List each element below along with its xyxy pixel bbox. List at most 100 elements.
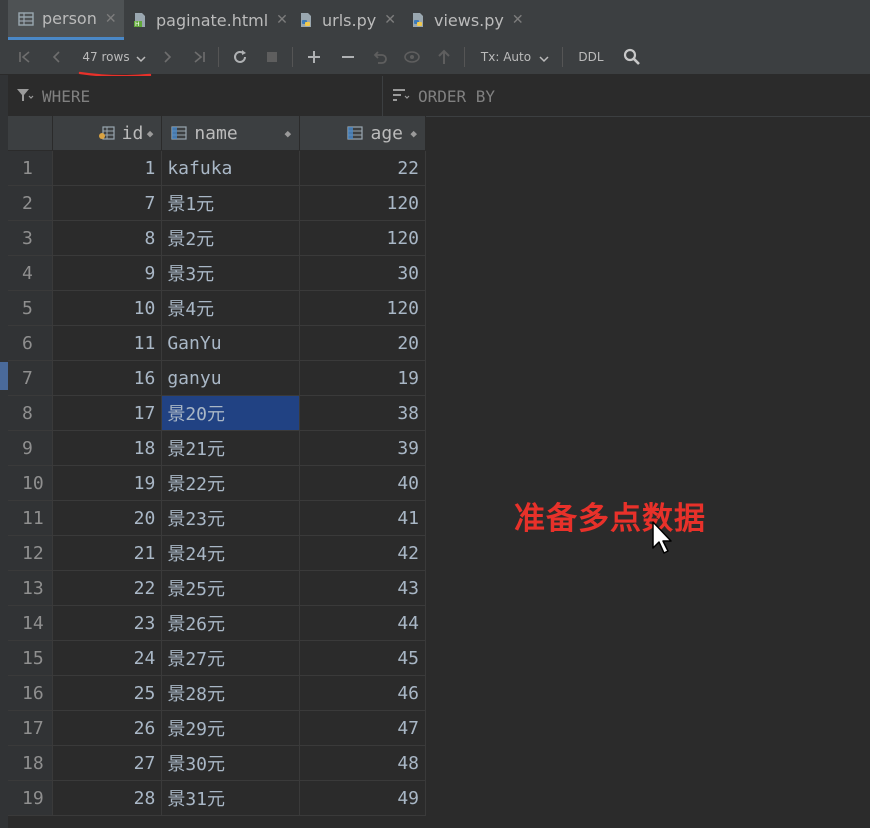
- tab-paginate-html[interactable]: H paginate.html ✕: [132, 0, 288, 40]
- table-row[interactable]: 6 11 GanYu 20: [8, 325, 426, 361]
- cell-id[interactable]: 22: [52, 570, 163, 606]
- cell-age[interactable]: 19: [299, 360, 426, 396]
- row-number[interactable]: 7: [8, 360, 54, 396]
- table-row[interactable]: 15 24 景27元 45: [8, 640, 426, 676]
- last-page-icon[interactable]: [188, 40, 210, 74]
- table-row[interactable]: 18 27 景30元 48: [8, 745, 426, 781]
- row-number[interactable]: 5: [8, 290, 54, 326]
- cell-name[interactable]: kafuka: [161, 150, 301, 186]
- cell-id[interactable]: 10: [52, 290, 163, 326]
- cell-name[interactable]: 景2元: [161, 220, 301, 256]
- cell-age[interactable]: 20: [299, 325, 426, 361]
- cell-name[interactable]: 景26元: [161, 605, 301, 641]
- cell-age[interactable]: 30: [299, 255, 426, 291]
- cell-age[interactable]: 39: [299, 430, 426, 466]
- cell-name[interactable]: 景23元: [161, 500, 301, 536]
- search-icon[interactable]: [620, 40, 644, 74]
- cell-age[interactable]: 43: [299, 570, 426, 606]
- sort-toggle-icon[interactable]: ◆: [147, 116, 154, 150]
- cell-age[interactable]: 22: [299, 150, 426, 186]
- table-row[interactable]: 3 8 景2元 120: [8, 220, 426, 256]
- table-row[interactable]: 12 21 景24元 42: [8, 535, 426, 571]
- submit-arrow-up-icon[interactable]: [432, 40, 456, 74]
- row-number[interactable]: 15: [8, 640, 54, 676]
- cell-id[interactable]: 7: [52, 185, 163, 221]
- cell-id[interactable]: 17: [52, 395, 163, 431]
- cell-age[interactable]: 42: [299, 535, 426, 571]
- cell-name[interactable]: 景25元: [161, 570, 301, 606]
- cell-name[interactable]: 景24元: [161, 535, 301, 571]
- tab-urls-py[interactable]: urls.py ✕: [298, 0, 396, 40]
- ddl-button[interactable]: DDL: [574, 40, 608, 74]
- sort-toggle-icon[interactable]: ◆: [410, 116, 417, 150]
- row-number[interactable]: 8: [8, 395, 54, 431]
- row-number[interactable]: 17: [8, 710, 54, 746]
- cell-name[interactable]: 景31元: [161, 780, 301, 816]
- column-header-id[interactable]: id ◆: [52, 116, 163, 151]
- cell-age[interactable]: 45: [299, 640, 426, 676]
- row-number[interactable]: 3: [8, 220, 54, 256]
- row-number[interactable]: 13: [8, 570, 54, 606]
- cell-age[interactable]: 48: [299, 745, 426, 781]
- cell-name[interactable]: 景22元: [161, 465, 301, 501]
- close-icon[interactable]: ✕: [512, 12, 524, 28]
- stop-icon[interactable]: [262, 40, 282, 74]
- close-icon[interactable]: ✕: [384, 12, 396, 28]
- cell-name[interactable]: 景1元: [161, 185, 301, 221]
- first-page-icon[interactable]: [14, 40, 36, 74]
- cell-age[interactable]: 120: [299, 220, 426, 256]
- row-number[interactable]: 10: [8, 465, 54, 501]
- cell-name[interactable]: 景27元: [161, 640, 301, 676]
- cell-id[interactable]: 18: [52, 430, 163, 466]
- close-icon[interactable]: ✕: [276, 12, 288, 28]
- cell-name[interactable]: 景28元: [161, 675, 301, 711]
- cell-age[interactable]: 120: [299, 290, 426, 326]
- cell-id[interactable]: 19: [52, 465, 163, 501]
- tab-person[interactable]: person ✕: [8, 0, 124, 40]
- table-row[interactable]: 19 28 景31元 49: [8, 780, 426, 816]
- cell-age[interactable]: 47: [299, 710, 426, 746]
- cell-name[interactable]: 景3元: [161, 255, 301, 291]
- cell-age[interactable]: 41: [299, 500, 426, 536]
- row-number[interactable]: 9: [8, 430, 54, 466]
- row-number-header[interactable]: [8, 116, 54, 151]
- column-header-name[interactable]: name ◆: [161, 116, 301, 151]
- cell-id[interactable]: 9: [52, 255, 163, 291]
- row-number[interactable]: 11: [8, 500, 54, 536]
- table-row[interactable]: 4 9 景3元 30: [8, 255, 426, 291]
- add-row-icon[interactable]: [302, 40, 326, 74]
- cell-name[interactable]: 景4元: [161, 290, 301, 326]
- row-number[interactable]: 1: [8, 150, 54, 186]
- cell-age[interactable]: 49: [299, 780, 426, 816]
- cell-name[interactable]: ganyu: [161, 360, 301, 396]
- row-number[interactable]: 12: [8, 535, 54, 571]
- revert-icon[interactable]: [368, 40, 392, 74]
- cell-name[interactable]: 景21元: [161, 430, 301, 466]
- rows-count-dropdown[interactable]: 47 rows: [78, 40, 150, 74]
- row-number[interactable]: 4: [8, 255, 54, 291]
- close-icon[interactable]: ✕: [105, 11, 117, 27]
- cell-id[interactable]: 26: [52, 710, 163, 746]
- row-number[interactable]: 6: [8, 325, 54, 361]
- cell-id[interactable]: 23: [52, 605, 163, 641]
- cell-id[interactable]: 24: [52, 640, 163, 676]
- row-number[interactable]: 2: [8, 185, 54, 221]
- cell-name-selected[interactable]: 景20元: [161, 395, 301, 431]
- preview-changes-icon[interactable]: [400, 40, 424, 74]
- table-row[interactable]: 5 10 景4元 120: [8, 290, 426, 326]
- transaction-mode-dropdown[interactable]: Tx: Auto: [478, 40, 552, 74]
- cell-id[interactable]: 11: [52, 325, 163, 361]
- order-by-filter[interactable]: ORDER BY: [392, 76, 495, 116]
- cell-id[interactable]: 20: [52, 500, 163, 536]
- cell-id[interactable]: 27: [52, 745, 163, 781]
- refresh-icon[interactable]: [228, 40, 252, 74]
- cell-age[interactable]: 38: [299, 395, 426, 431]
- table-row[interactable]: 7 16 ganyu 19: [8, 360, 426, 396]
- column-header-age[interactable]: age ◆: [299, 116, 426, 151]
- table-row[interactable]: 2 7 景1元 120: [8, 185, 426, 221]
- cell-age[interactable]: 44: [299, 605, 426, 641]
- cell-id[interactable]: 21: [52, 535, 163, 571]
- tab-views-py[interactable]: views.py ✕: [410, 0, 524, 40]
- table-row[interactable]: 13 22 景25元 43: [8, 570, 426, 606]
- row-number[interactable]: 14: [8, 605, 54, 641]
